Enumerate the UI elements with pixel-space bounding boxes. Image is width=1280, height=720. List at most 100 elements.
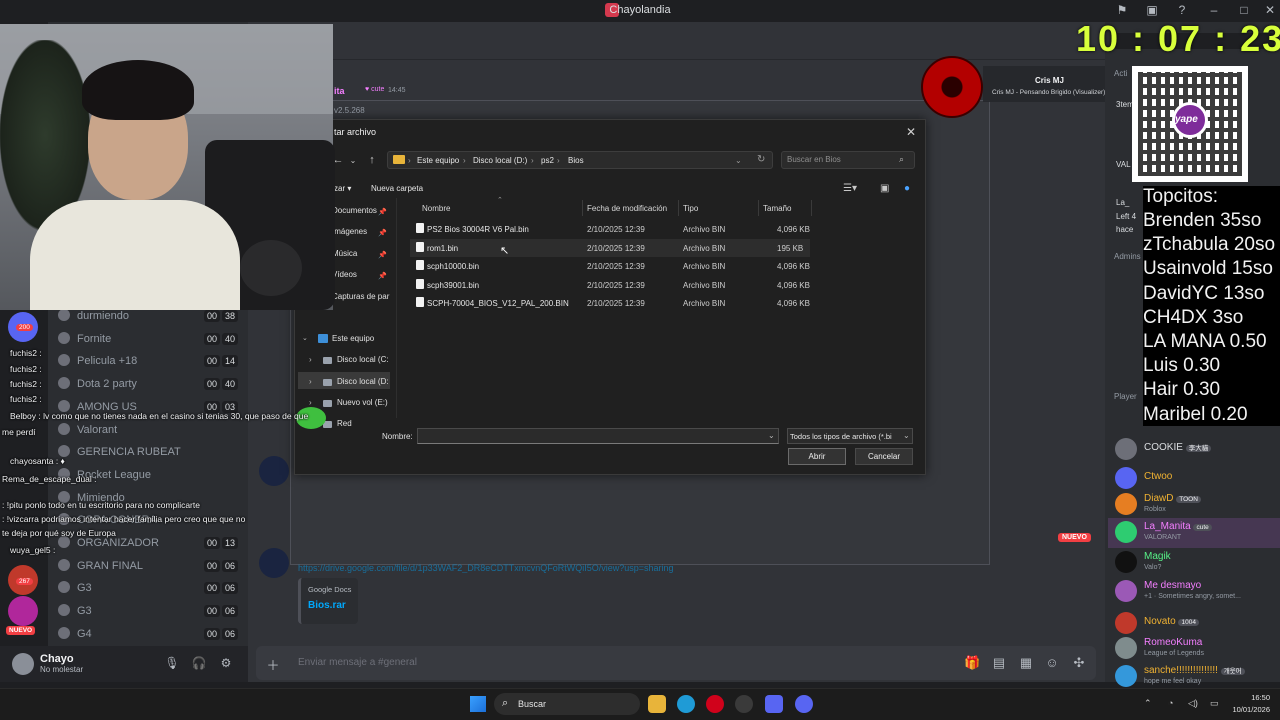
column-divider[interactable] [758, 200, 759, 216]
chevron-down-icon[interactable]: ⌄ [302, 334, 308, 342]
breadcrumb-item[interactable]: Disco local (D:) [473, 156, 527, 165]
organize-button[interactable]: zar ▾ [334, 184, 351, 193]
channel-item[interactable]: G4 00 06 [58, 625, 248, 645]
file-row[interactable]: PS2 Bios 30004R V6 Pal.bin 2/10/2025 12:3… [410, 220, 810, 238]
refresh-icon[interactable]: ↻ [757, 154, 765, 165]
nav-pane-divider[interactable] [396, 198, 397, 418]
tree-item[interactable]: Nuevo vol (E:) [337, 398, 388, 407]
column-size[interactable]: Tamaño [763, 204, 791, 213]
discord-notification-icon[interactable] [795, 695, 813, 713]
tree-item[interactable]: Este equipo [332, 334, 374, 343]
member-name[interactable]: DiawD TOON [1144, 493, 1201, 504]
close-window-icon[interactable]: ✕ [1262, 3, 1278, 17]
edge-browser-icon[interactable] [677, 695, 695, 713]
help-icon[interactable]: ● [904, 183, 910, 194]
close-icon[interactable]: ✕ [906, 125, 916, 139]
author-avatar[interactable] [259, 548, 289, 578]
quick-access-item[interactable]: Vídeos [332, 270, 357, 279]
channel-item[interactable]: G3 00 06 [58, 602, 248, 622]
column-divider[interactable] [582, 200, 583, 216]
chevron-down-icon[interactable]: ⌄ [768, 431, 775, 440]
member-avatar[interactable] [1115, 580, 1137, 602]
message-author[interactable]: ita [334, 86, 345, 96]
member-partial[interactable]: Left 4 [1116, 212, 1136, 221]
breadcrumb-item[interactable]: Este equipo [417, 156, 459, 165]
server-icon[interactable] [8, 596, 38, 626]
app-icon[interactable] [735, 695, 753, 713]
breadcrumb-item[interactable]: ps2 [541, 156, 554, 165]
column-type[interactable]: Tipo [683, 204, 698, 213]
author-avatar[interactable] [259, 456, 289, 486]
member-avatar[interactable] [1115, 637, 1137, 659]
chevron-down-icon[interactable]: ⌄ [903, 431, 910, 440]
message-input[interactable] [298, 657, 858, 668]
channel-item[interactable]: G3 00 06 [58, 579, 248, 599]
tray-chevron-up-icon[interactable]: ⌃ [1144, 698, 1152, 709]
member-name[interactable]: La_Manita cute [1144, 521, 1212, 532]
battery-icon[interactable]: ▭ [1210, 698, 1219, 709]
channel-item[interactable]: Fornite 00 40 [58, 330, 248, 350]
filename-input[interactable] [417, 428, 779, 444]
member-avatar[interactable] [1115, 467, 1137, 489]
add-attachment-icon[interactable]: ＋ [265, 655, 281, 674]
channel-item[interactable]: GRAN FINAL 00 06 [58, 557, 248, 577]
apps-icon[interactable]: ✣ [1071, 655, 1087, 671]
quick-access-item[interactable]: Documentos [332, 206, 377, 215]
attachment-link[interactable]: https://drive.google.com/file/d/1p33WAF2… [298, 563, 674, 573]
member-avatar[interactable] [1115, 493, 1137, 515]
column-name[interactable]: Nombre [422, 204, 450, 213]
up-arrow-icon[interactable]: ↑ [364, 154, 380, 166]
member-avatar[interactable] [1115, 521, 1137, 543]
member-name[interactable]: Magik [1144, 551, 1171, 562]
member-avatar[interactable] [1115, 665, 1137, 687]
volume-icon[interactable]: ◁) [1188, 698, 1198, 709]
inbox-icon[interactable]: ⚑ [1114, 3, 1130, 17]
member-partial[interactable]: hace [1116, 225, 1133, 234]
headphones-icon[interactable]: 🎧 [191, 656, 207, 670]
member-name[interactable]: sanche!!!!!!!!!!!!!!! 개웃어 [1144, 665, 1245, 676]
microphone-icon[interactable]: 🎙 [164, 656, 180, 670]
new-folder-button[interactable]: Nueva carpeta [371, 184, 423, 193]
cancel-button[interactable]: Cancelar [855, 448, 913, 465]
channel-item[interactable]: durmiendo 00 38 [58, 307, 248, 327]
tree-item[interactable]: Disco local (D: [337, 377, 389, 386]
member-name[interactable]: Me desmayo [1144, 580, 1201, 591]
chevron-right-icon[interactable]: › [309, 355, 312, 364]
tree-item[interactable]: Red [337, 419, 352, 428]
member-avatar[interactable] [1115, 612, 1137, 634]
file-row[interactable]: scph39001.bin 2/10/2025 12:39 Archivo BIN 4… [410, 276, 810, 294]
taskbar-search[interactable] [494, 693, 640, 715]
channel-item[interactable]: Dota 2 party 00 40 [58, 375, 248, 395]
search-icon[interactable]: ⌕ [899, 154, 904, 165]
gift-icon[interactable]: 🎁 [964, 655, 980, 671]
maximize-icon[interactable]: □ [1236, 3, 1252, 17]
member-avatar[interactable] [1115, 551, 1137, 573]
file-row[interactable]: scph10000.bin 2/10/2025 12:39 Archivo BIN 4… [410, 257, 810, 275]
member-name[interactable]: RomeoKuma [1144, 637, 1202, 648]
quick-access-item[interactable]: Capturas de par [332, 292, 389, 301]
column-divider[interactable] [811, 200, 812, 216]
embed-title[interactable]: Bios.rar [308, 600, 346, 611]
gif-icon[interactable]: ▤ [991, 655, 1007, 671]
file-row[interactable]: rom1.bin 2/10/2025 12:39 Archivo BIN 195 KB [410, 238, 810, 257]
wifi-icon[interactable]: ◔ [1168, 698, 1173, 708]
file-explorer-icon[interactable] [648, 695, 666, 713]
discord-icon[interactable] [765, 695, 783, 713]
avatar[interactable] [12, 653, 34, 675]
channel-item[interactable]: Pelicula +18 00 14 [58, 352, 248, 372]
file-row[interactable]: SCPH-70004_BIOS_V12_PAL_200.BIN 2/10/2025… [410, 294, 810, 312]
quick-access-item[interactable]: Imágenes [332, 227, 367, 236]
member-avatar[interactable] [1115, 438, 1137, 460]
channel-item[interactable]: Valorant [58, 421, 248, 441]
breadcrumb-item[interactable]: Bios [568, 156, 584, 165]
member-name[interactable]: Novato 1004 [1144, 616, 1199, 627]
preview-pane-icon[interactable]: ▣ [880, 183, 889, 194]
minimize-icon[interactable]: – [1206, 3, 1222, 17]
monitor-icon[interactable]: ▣ [1144, 3, 1160, 17]
member-partial[interactable]: La_ [1116, 198, 1129, 207]
member-name[interactable]: COOKIE 李大貓 [1144, 442, 1212, 453]
taskbar-time[interactable]: 16:50 [1238, 693, 1270, 702]
column-divider[interactable] [678, 200, 679, 216]
chevron-right-icon[interactable]: › [309, 377, 312, 386]
windows-start-icon[interactable] [470, 696, 486, 712]
